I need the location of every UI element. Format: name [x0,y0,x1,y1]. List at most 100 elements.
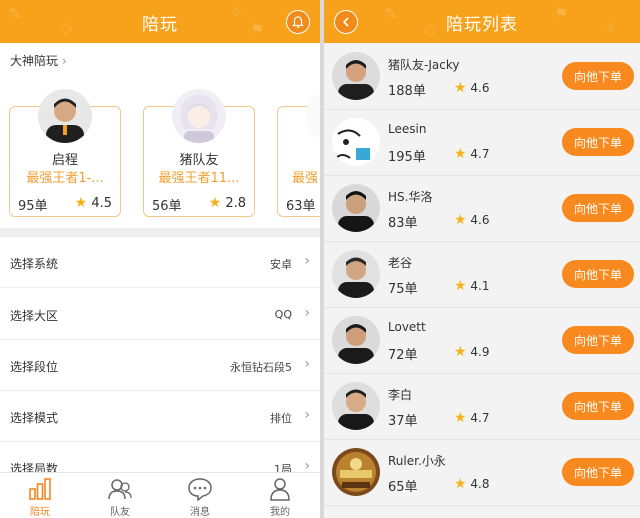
player-row[interactable]: Ruler.小永 65单 ★ 4.8 向他下单 [324,440,640,506]
star-icon: ★ [454,212,467,228]
chevron-right-icon: › [62,54,67,68]
player-row[interactable]: 猪队友-Jacky 188单 ★ 4.6 向他下单 [324,44,640,110]
card-rating: 2.8 [225,196,246,211]
player-rating: 4.8 [470,477,490,491]
player-orders: 72单 [388,348,418,363]
featured-cards: 启程 最强王者1-... 95单 ★ 4.5 猪队友 最强王者11... 56单… [0,86,320,222]
star-icon: ★ [74,195,88,211]
option-label: 选择段位 [10,360,59,374]
tab-label: 陪玩 [30,507,50,518]
header-bar: ✎ ◇ ⚑ ✧ 陪玩列表 [324,0,640,43]
player-row[interactable]: 老谷 75单 ★ 4.1 向他下单 [324,242,640,308]
section-title: 大神陪玩 [10,54,59,68]
avatar [332,118,380,166]
option-value: 永恒钻石段5 [230,361,292,374]
bell-icon [292,16,304,28]
player-rating: 4.1 [470,279,490,293]
card-name: 猪队友 [179,153,219,168]
order-button[interactable]: 向他下单 [562,392,634,420]
player-name: 老谷 [388,256,413,270]
chevron-right-icon: › [304,253,310,269]
player-row[interactable]: HS.华洛 83单 ★ 4.6 向他下单 [324,176,640,242]
player-name: Leesin [388,122,427,136]
card-rank: 最强王者11... [158,171,240,186]
avatar [332,382,380,430]
option-value: 排位 [270,412,292,425]
avatar [332,184,380,232]
player-rating: 4.7 [470,411,490,425]
player-name: Ruler.小永 [388,454,446,468]
page-title: 陪玩列表 [446,15,518,35]
star-icon: ★ [454,146,467,162]
option-value: 安卓 [270,258,292,271]
option-label: 选择大区 [10,309,59,323]
player-orders: 75单 [388,282,418,297]
header-bar: ✎ ◇ ✧ ⚑ 陪玩 [0,0,320,43]
featured-card[interactable]: 猪队友 最强王者11... 56单 ★ 2.8 [143,89,255,217]
bar-chart-icon [29,478,51,500]
bottom-tab-bar: 陪玩 队友 消息 我的 [0,472,320,518]
chevron-right-icon: › [304,356,310,372]
order-button[interactable]: 向他下单 [562,62,634,90]
order-button[interactable]: 向他下单 [562,458,634,486]
player-orders: 37单 [388,414,418,429]
chevron-right-icon: › [304,407,310,423]
player-row[interactable]: Leesin 195单 ★ 4.7 向他下单 [324,110,640,176]
region-selector[interactable]: 选择大区 QQ › [0,289,320,340]
option-value: QQ [274,308,292,321]
card-rating: 4.5 [91,196,112,211]
tab-label: 队友 [110,507,130,518]
tab-label: 我的 [270,507,290,518]
player-name: 猪队友-Jacky [388,58,460,72]
star-icon: ★ [454,476,467,492]
player-name: 李白 [388,388,413,402]
avatar [332,448,380,496]
divider [0,228,320,237]
order-button[interactable]: 向他下单 [562,326,634,354]
featured-card[interactable]: 启程 最强王者1-... 95单 ★ 4.5 [9,89,121,217]
tab-label: 消息 [190,507,210,518]
system-selector[interactable]: 选择系统 安卓 › [0,237,320,288]
tab-companion[interactable]: 陪玩 [0,473,80,518]
option-label: 选择系统 [10,257,59,271]
player-row[interactable]: 李白 37单 ★ 4.7 向他下单 [324,374,640,440]
page-title: 陪玩 [142,15,178,35]
player-rating: 4.7 [470,147,490,161]
player-orders: 83单 [388,216,418,231]
rank-selector[interactable]: 选择段位 永恒钻石段5 › [0,340,320,391]
tab-messages[interactable]: 消息 [160,473,240,518]
order-button[interactable]: 向他下单 [562,128,634,156]
featured-section-link[interactable]: 大神陪玩 › [10,52,67,69]
bell-button[interactable] [286,10,310,34]
order-button[interactable]: 向他下单 [562,260,634,288]
companion-home-screen: ✎ ◇ ✧ ⚑ 陪玩 大神陪玩 › 启程 最强王者1-... 95单 ★ 4.5… [0,0,320,518]
card-name: 启程 [51,153,78,168]
tab-teammates[interactable]: 队友 [80,473,160,518]
player-orders: 195单 [388,150,426,165]
companion-list-screen: ✎ ◇ ⚑ ✧ 陪玩列表 猪队友-Jacky 188单 ★ 4.6 向他下单 L… [324,0,640,518]
avatar [38,89,92,143]
player-row[interactable]: Lovett 72单 ★ 4.9 向他下单 [324,308,640,374]
star-icon: ★ [454,278,467,294]
avatar [306,89,320,143]
mode-selector[interactable]: 选择模式 排位 › [0,391,320,442]
option-label: 选择模式 [10,411,59,425]
tab-profile[interactable]: 我的 [240,473,320,518]
player-name: Lovett [388,320,426,334]
order-button[interactable]: 向他下单 [562,194,634,222]
player-name: HS.华洛 [388,190,433,204]
player-orders: 188单 [388,84,426,99]
player-orders: 65单 [388,480,418,495]
friends-icon [108,479,132,500]
featured-card[interactable]: 最强 63单 [277,89,320,217]
chevron-right-icon: › [304,305,310,321]
player-rating: 4.6 [470,213,490,227]
player-rating: 4.6 [470,81,490,95]
card-orders: 56单 [152,199,182,214]
player-rating: 4.9 [470,345,490,359]
star-icon: ★ [454,344,467,360]
avatar [332,250,380,298]
star-icon: ★ [454,410,467,426]
star-icon: ★ [454,80,467,96]
avatar [332,316,380,364]
